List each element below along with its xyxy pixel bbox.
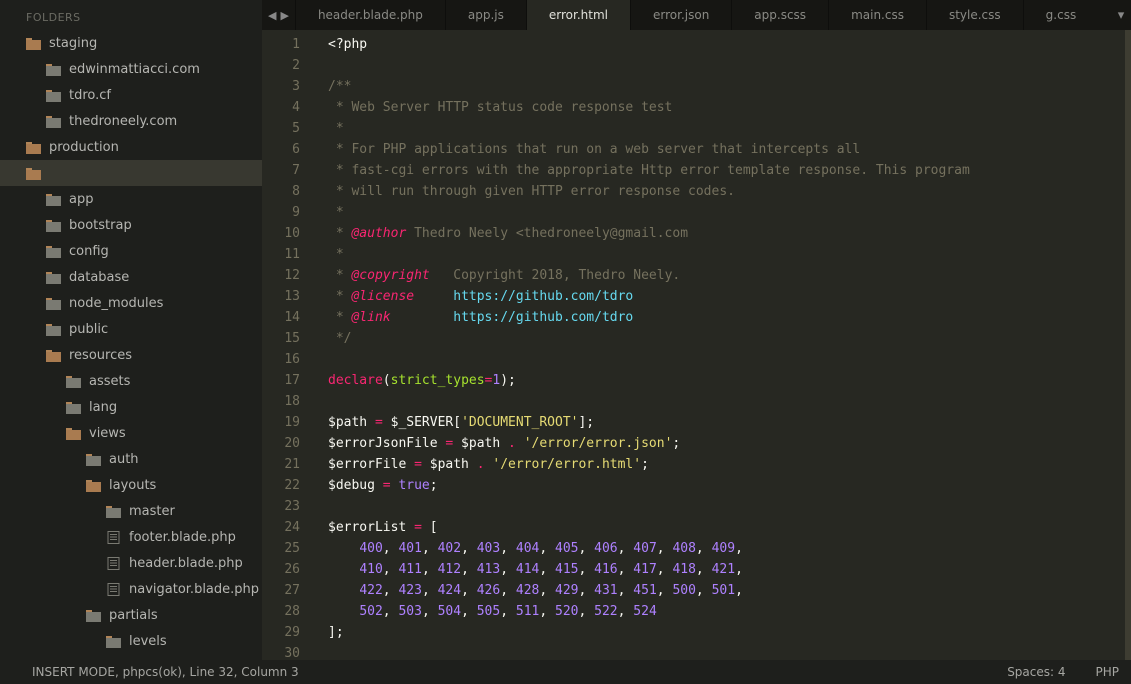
tree-label: public (69, 322, 108, 337)
folder-item[interactable]: edwinmattiacci.com (0, 56, 262, 82)
folder-item[interactable]: staging (0, 30, 262, 56)
folder-item[interactable]: public (0, 316, 262, 342)
tree-label: config (69, 244, 109, 259)
folder-item[interactable]: resources (0, 342, 262, 368)
tree-label: production (49, 140, 119, 155)
folder-item[interactable]: node_modules (0, 290, 262, 316)
tab[interactable]: error.json (630, 0, 731, 30)
tree-label: thedroneely.com (69, 114, 177, 129)
folder-item[interactable]: app (0, 186, 262, 212)
file-item[interactable]: navigator.blade.php (0, 576, 262, 602)
tab[interactable]: style.css (926, 0, 1023, 30)
tree-label: assets (89, 374, 130, 389)
tab-bar: ◀ ▶ header.blade.phpapp.jserror.htmlerro… (262, 0, 1131, 30)
tab[interactable]: app.scss (731, 0, 828, 30)
tab[interactable]: g.css (1023, 0, 1099, 30)
tree-label: footer.blade.php (129, 530, 236, 545)
sidebar-heading: FOLDERS (0, 5, 262, 30)
folder-item[interactable]: production (0, 134, 262, 160)
tree-label: views (89, 426, 126, 441)
tree-label: master (129, 504, 175, 519)
scrollbar[interactable] (1125, 30, 1131, 660)
folder-item[interactable]: auth (0, 446, 262, 472)
status-bar: INSERT MODE, phpcs(ok), Line 32, Column … (0, 660, 1131, 684)
tree-label: resources (69, 348, 132, 363)
folder-item[interactable]: database (0, 264, 262, 290)
folder-item[interactable]: thedroneely.com (0, 108, 262, 134)
line-gutter: 1234567891011121314151617181920212223242… (262, 30, 310, 660)
tree-label: app (69, 192, 93, 207)
tree-label: levels (129, 634, 167, 649)
tab[interactable]: main.css (828, 0, 926, 30)
tab[interactable]: app.js (445, 0, 526, 30)
folder-item[interactable]: lang (0, 394, 262, 420)
tab-menu-icon[interactable]: ▾ (1111, 0, 1131, 30)
status-syntax[interactable]: PHP (1096, 665, 1120, 679)
tree-label: node_modules (69, 296, 163, 311)
folder-item[interactable]: master (0, 498, 262, 524)
tree-label: header.blade.php (129, 556, 243, 571)
folder-item[interactable]: partials (0, 602, 262, 628)
sidebar[interactable]: FOLDERS staging edwinmattiacci.com tdro.… (0, 0, 262, 660)
tree-label: auth (109, 452, 139, 467)
tree-label: partials (109, 608, 158, 623)
tab-scroll-right-icon[interactable]: ▶ (280, 9, 288, 22)
tree-label: staging (49, 36, 97, 51)
folder-item[interactable]: layouts (0, 472, 262, 498)
tab-scroll-left-icon[interactable]: ◀ (268, 9, 276, 22)
file-item[interactable]: footer.blade.php (0, 524, 262, 550)
folder-item[interactable]: assets (0, 368, 262, 394)
tree-label: lang (89, 400, 117, 415)
tree-label: database (69, 270, 129, 285)
tree-label: tdro.cf (69, 88, 111, 103)
folder-item[interactable]: bootstrap (0, 212, 262, 238)
file-item[interactable]: header.blade.php (0, 550, 262, 576)
tab[interactable]: error.html (526, 0, 630, 30)
tree-label: bootstrap (69, 218, 132, 233)
status-left: INSERT MODE, phpcs(ok), Line 32, Column … (32, 665, 299, 679)
tree-label: layouts (109, 478, 156, 493)
status-spaces[interactable]: Spaces: 4 (1007, 665, 1065, 679)
code-area[interactable]: <?php /** * Web Server HTTP status code … (310, 30, 1131, 660)
folder-item[interactable] (0, 160, 262, 186)
editor[interactable]: 1234567891011121314151617181920212223242… (262, 30, 1131, 660)
folder-item[interactable]: views (0, 420, 262, 446)
tree-label: navigator.blade.php (129, 582, 259, 597)
tree-label: edwinmattiacci.com (69, 62, 200, 77)
tab[interactable]: header.blade.php (295, 0, 445, 30)
folder-item[interactable]: config (0, 238, 262, 264)
folder-item[interactable]: levels (0, 628, 262, 654)
folder-item[interactable]: tdro.cf (0, 82, 262, 108)
